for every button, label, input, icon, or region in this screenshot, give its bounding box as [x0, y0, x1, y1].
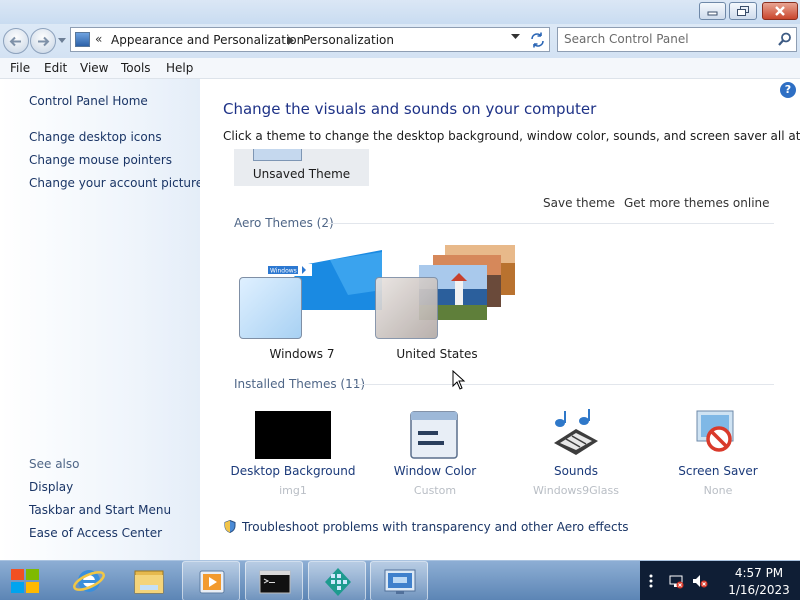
- back-arrow-icon: [9, 36, 21, 47]
- troubleshoot-aero-link[interactable]: Troubleshoot problems with transparency …: [224, 520, 629, 534]
- taskbar-control-panel[interactable]: [370, 561, 428, 600]
- left-task-pane: Control Panel Home Change desktop icons …: [0, 79, 203, 560]
- desktop-background-icon: [255, 411, 331, 459]
- close-icon: [775, 6, 785, 16]
- window-color-label: Window Color: [393, 464, 477, 478]
- network-icon[interactable]: [668, 573, 684, 589]
- united-states-theme-label: United States: [396, 347, 478, 361]
- windows8-banner-text: Windows 8: [270, 268, 303, 275]
- mouse-cursor-icon: [452, 370, 466, 390]
- search-icon[interactable]: [778, 32, 792, 46]
- taskbar-media-player[interactable]: [182, 561, 240, 600]
- internet-explorer-icon: [73, 570, 105, 592]
- control-panel-icon: [75, 32, 90, 47]
- page-title: Change the visuals and sounds on your co…: [223, 100, 597, 118]
- volume-muted-icon[interactable]: [692, 573, 708, 589]
- sounds-value: Windows9Glass: [533, 484, 619, 497]
- breadcrumb-appearance[interactable]: Appearance and Personalization: [111, 33, 304, 47]
- change-account-picture-link[interactable]: Change your account picture: [29, 176, 203, 190]
- window-color-value: Custom: [413, 484, 457, 497]
- address-dropdown-icon[interactable]: [511, 34, 520, 40]
- windows7-color-swatch: [239, 277, 302, 339]
- title-bar: [0, 0, 800, 24]
- taskbar-file-explorer[interactable]: [120, 561, 178, 600]
- menu-edit[interactable]: Edit: [44, 61, 67, 75]
- clock-time[interactable]: 4:57 PM: [724, 566, 794, 580]
- united-states-color-swatch: [375, 277, 438, 339]
- control-panel-home-link[interactable]: Control Panel Home: [29, 94, 148, 108]
- screen-saver-icon: [696, 410, 734, 452]
- control-panel-taskbar-icon: [384, 569, 416, 594]
- search-box[interactable]: [557, 27, 797, 52]
- forward-button[interactable]: [30, 28, 56, 54]
- forward-arrow-icon: [38, 36, 50, 47]
- recent-pages-dropdown-icon[interactable]: [58, 38, 66, 44]
- ease-of-access-link[interactable]: Ease of Access Center: [29, 526, 162, 540]
- refresh-icon[interactable]: [529, 32, 546, 48]
- breadcrumb-separator-icon[interactable]: [288, 36, 294, 45]
- media-player-icon: [199, 570, 225, 594]
- taskbar-app[interactable]: [308, 561, 366, 600]
- windows-logo-icon: [11, 569, 39, 593]
- unsaved-theme-label: Unsaved Theme: [252, 167, 351, 181]
- start-button[interactable]: [0, 561, 54, 600]
- get-more-themes-link[interactable]: Get more themes online: [624, 196, 770, 210]
- app-icon: [325, 568, 351, 596]
- menu-file[interactable]: File: [10, 61, 30, 75]
- restore-button[interactable]: [729, 2, 757, 20]
- address-bar[interactable]: « Appearance and Personalization Persona…: [70, 27, 550, 52]
- navigation-bar: « Appearance and Personalization Persona…: [0, 24, 800, 58]
- minimize-button[interactable]: [699, 2, 726, 20]
- aero-themes-heading: Aero Themes (2): [234, 216, 334, 230]
- aero-divider: [326, 223, 774, 224]
- minimize-icon: [707, 11, 718, 16]
- taskbar: 4:57 PM 1/16/2023: [0, 560, 800, 600]
- menu-tools[interactable]: Tools: [121, 61, 151, 75]
- unsaved-theme-thumbnail: [253, 149, 302, 161]
- save-theme-link[interactable]: Save theme: [543, 196, 615, 210]
- page-subtitle: Click a theme to change the desktop back…: [223, 129, 800, 143]
- back-button[interactable]: [3, 28, 29, 54]
- desktop-background-value: img1: [279, 484, 307, 497]
- clock-date[interactable]: 1/16/2023: [724, 583, 794, 597]
- search-input[interactable]: [564, 32, 764, 46]
- windows7-theme-label: Windows 7: [269, 347, 335, 361]
- installed-themes-heading: Installed Themes (11): [234, 377, 366, 391]
- window-color-icon: [410, 411, 458, 459]
- unsaved-theme-tile[interactable]: Unsaved Theme: [234, 149, 369, 186]
- taskbar-start-menu-link[interactable]: Taskbar and Start Menu: [29, 503, 171, 517]
- command-prompt-icon: [259, 570, 291, 594]
- main-content: ? Change the visuals and sounds on your …: [200, 79, 800, 560]
- change-mouse-pointers-link[interactable]: Change mouse pointers: [29, 153, 172, 167]
- desktop-background-label: Desktop Background: [230, 464, 356, 478]
- troubleshoot-aero-label: Troubleshoot problems with transparency …: [242, 520, 629, 534]
- taskbar-command-prompt[interactable]: [245, 561, 303, 600]
- menu-help[interactable]: Help: [166, 61, 193, 75]
- sounds-label: Sounds: [553, 464, 599, 478]
- taskbar-internet-explorer[interactable]: [60, 561, 118, 600]
- screen-saver-label: Screen Saver: [678, 464, 758, 478]
- close-button[interactable]: [762, 2, 798, 20]
- show-hidden-icons[interactable]: [648, 573, 654, 589]
- change-desktop-icons-link[interactable]: Change desktop icons: [29, 130, 162, 144]
- breadcrumb-personalization[interactable]: Personalization: [303, 33, 394, 47]
- theme-list[interactable]: Unsaved Theme Save theme Get more themes…: [220, 149, 790, 392]
- system-tray: 4:57 PM 1/16/2023: [640, 561, 800, 600]
- see-also-heading: See also: [29, 457, 80, 471]
- installed-divider: [352, 384, 774, 385]
- history-chevron-icon[interactable]: «: [95, 32, 102, 46]
- menu-bar: File Edit View Tools Help: [0, 58, 800, 79]
- menu-view[interactable]: View: [80, 61, 108, 75]
- file-explorer-icon: [134, 570, 164, 594]
- help-button[interactable]: ?: [780, 82, 796, 98]
- shield-icon: [224, 520, 236, 533]
- display-link[interactable]: Display: [29, 480, 73, 494]
- sounds-icon: [554, 409, 598, 455]
- screen-saver-value: None: [703, 484, 733, 497]
- restore-icon: [737, 6, 749, 16]
